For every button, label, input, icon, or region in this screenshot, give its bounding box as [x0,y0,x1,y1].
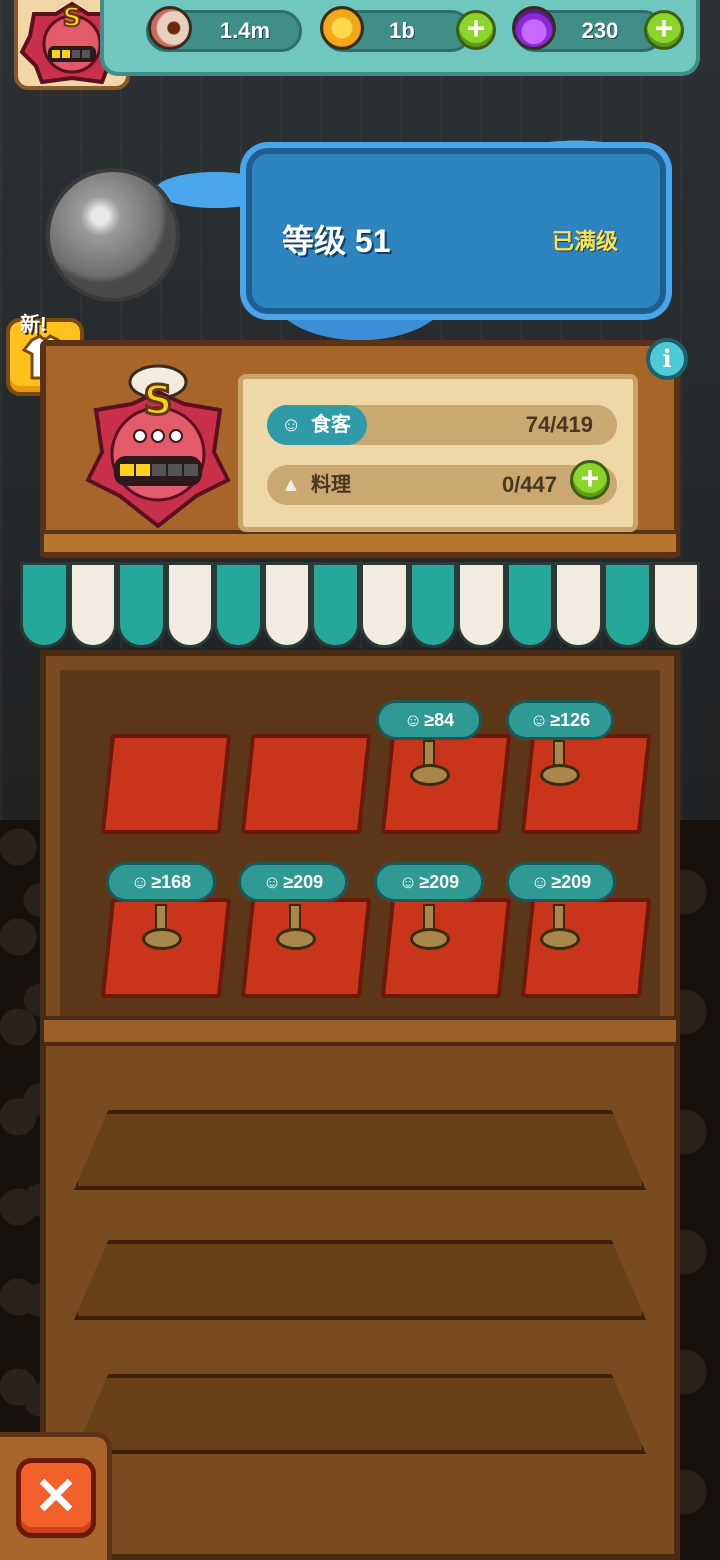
eyeball-value: 1.4m [219,18,271,43]
table-slot[interactable] [240,734,372,834]
max-level-label: 已满级 [551,229,618,254]
table-stand-icon [540,904,580,950]
info-button[interactable]: i [646,338,688,380]
rank-letter: S [144,378,173,424]
stats-card: ☺ 食客 74/419 ▲ 料理 0/447 [238,374,638,532]
close-button[interactable]: ✕ [16,1458,96,1538]
level-label: 等级 51 [282,223,391,259]
restaurant-rank-badge: S [85,364,231,529]
sign-rail [40,530,680,556]
level-orb-icon [46,168,180,302]
diner-icon: ☺ [530,872,550,892]
table-requirement: ☺ ≥168 [106,862,216,902]
empty-shelf [74,1374,646,1454]
level-panel: 等级 51 已满级 [246,148,666,314]
dishes-tag: ▲ 料理 [267,465,367,505]
close-icon: ✕ [34,1468,78,1526]
diner-icon: ☺ [281,414,302,436]
table-slot[interactable] [380,734,512,834]
potion-icon [512,6,556,50]
shop-awning [20,562,701,652]
coin-value: 1b [389,18,415,43]
diner-icon: ☺ [403,710,423,730]
empty-shelf [74,1110,646,1190]
new-badge: 新! [20,314,47,336]
diners-value: 74/419 [525,412,593,437]
table-stand-icon [540,740,580,786]
table-stand-icon [276,904,316,950]
diners-tag: ☺ 食客 [267,405,367,445]
add-coins-button[interactable]: + [456,10,496,50]
add-potions-button[interactable]: + [644,10,684,50]
table-stand-icon [410,904,450,950]
dining-shelf-bar [40,1016,680,1046]
empty-shelf [74,1240,646,1320]
rank-letter-small: S [63,3,82,33]
coin-icon [320,6,364,50]
table-requirement: ☺ ≥209 [506,862,616,902]
eyeball-icon [148,6,192,50]
table-requirement: ☺ ≥209 [238,862,348,902]
potion-value: 230 [581,18,619,43]
table-slot[interactable] [100,734,232,834]
diner-icon: ☺ [262,872,282,892]
diner-icon: ☺ [130,872,150,892]
diners-row: ☺ 食客 74/419 [267,405,617,445]
dish-icon: ▲ [281,474,301,496]
table-slot[interactable] [380,898,512,998]
dishes-row: ▲ 料理 0/447 [267,465,617,505]
table-requirement: ☺ ≥84 [376,700,482,740]
resource-bar: 1.4m 1b + 230 + [100,0,700,76]
table-requirement: ☺ ≥209 [374,862,484,902]
diner-icon: ☺ [398,872,418,892]
diners-label: 食客 [311,414,351,436]
diner-icon: ☺ [529,710,549,730]
table-stand-icon [142,904,182,950]
table-stand-icon [410,740,450,786]
dishes-value: 0/447 [501,472,557,497]
dishes-label: 料理 [311,474,351,496]
add-dishes-button[interactable]: + [570,460,610,500]
table-requirement: ☺ ≥126 [506,700,614,740]
